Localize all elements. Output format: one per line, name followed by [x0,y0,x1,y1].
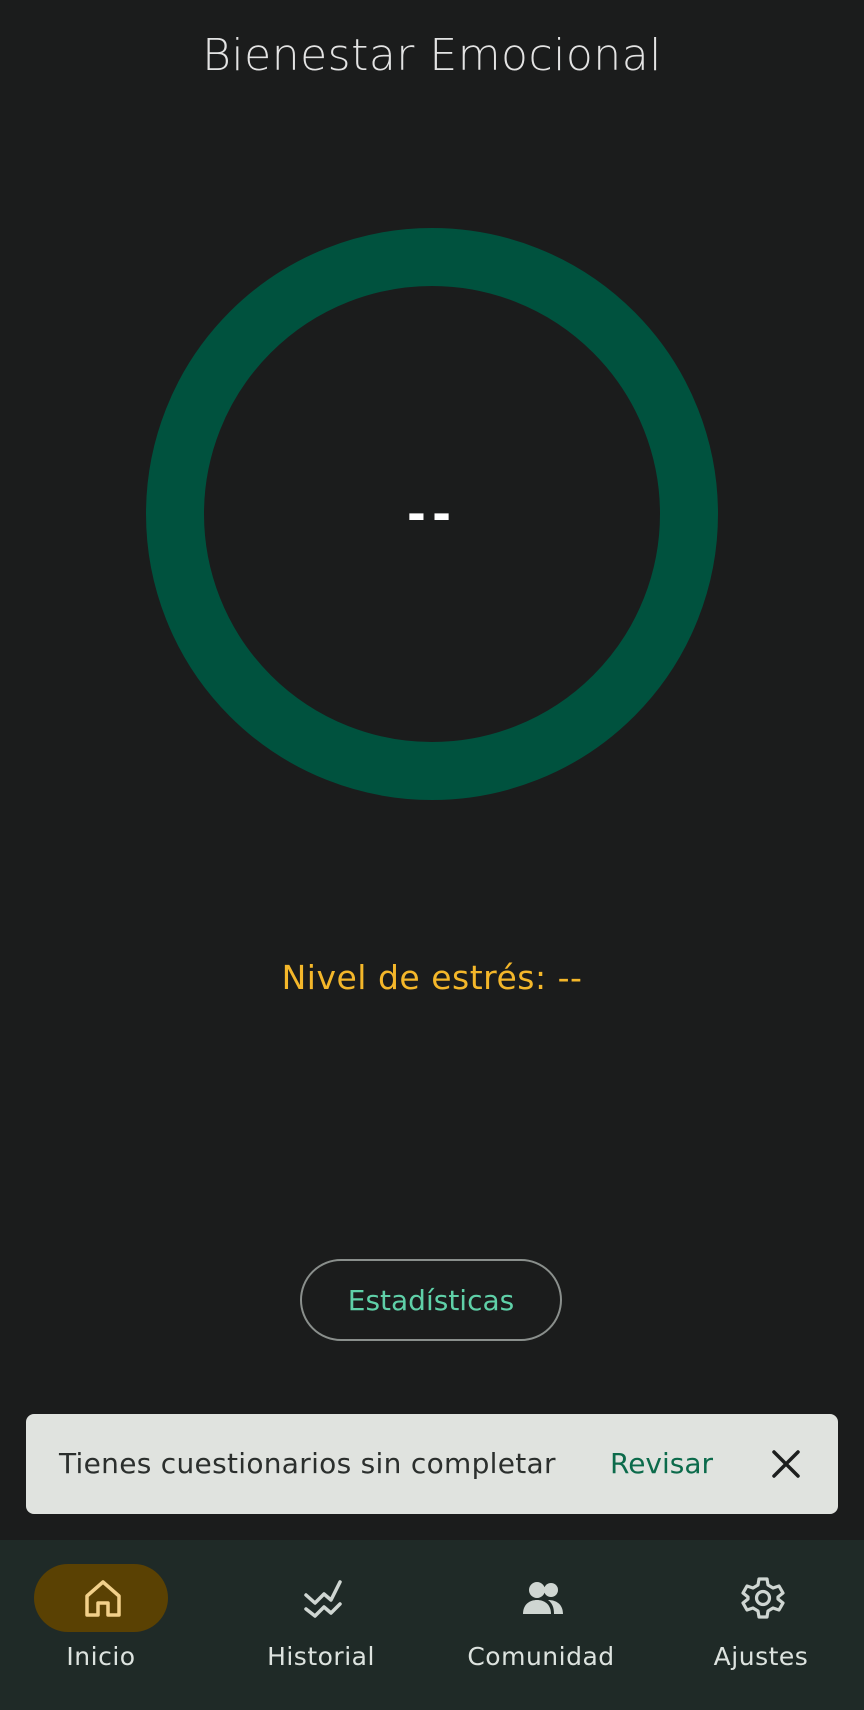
stress-gauge: -- [146,228,718,800]
statistics-button[interactable]: Estadísticas [300,1259,562,1341]
stress-level-label: Nivel de estrés: -- [281,958,583,997]
history-icon [301,1576,345,1620]
nav-item-inicio[interactable]: Inicio [0,1540,216,1710]
snackbar-message: Tienes cuestionarios sin completar [59,1447,556,1480]
home-icon [81,1576,125,1620]
incomplete-questionnaires-snackbar: Tienes cuestionarios sin completar Revis… [26,1414,838,1514]
review-button[interactable]: Revisar [610,1414,713,1514]
nav-item-comunidad[interactable]: Comunidad [440,1540,656,1710]
gauge-value: -- [406,487,458,541]
nav-label-comunidad: Comunidad [467,1642,615,1671]
close-icon[interactable] [766,1444,806,1484]
nav-item-ajustes[interactable]: Ajustes [660,1540,864,1710]
nav-label-historial: Historial [267,1642,375,1671]
page-title: Bienestar Emocional [202,30,662,81]
community-icon [521,1576,565,1620]
nav-label-ajustes: Ajustes [713,1642,809,1671]
settings-icon [741,1576,785,1620]
nav-item-historial[interactable]: Historial [220,1540,436,1710]
nav-label-inicio: Inicio [66,1642,136,1671]
bottom-navigation: Inicio Historial Comunidad Ajustes [0,1540,864,1710]
